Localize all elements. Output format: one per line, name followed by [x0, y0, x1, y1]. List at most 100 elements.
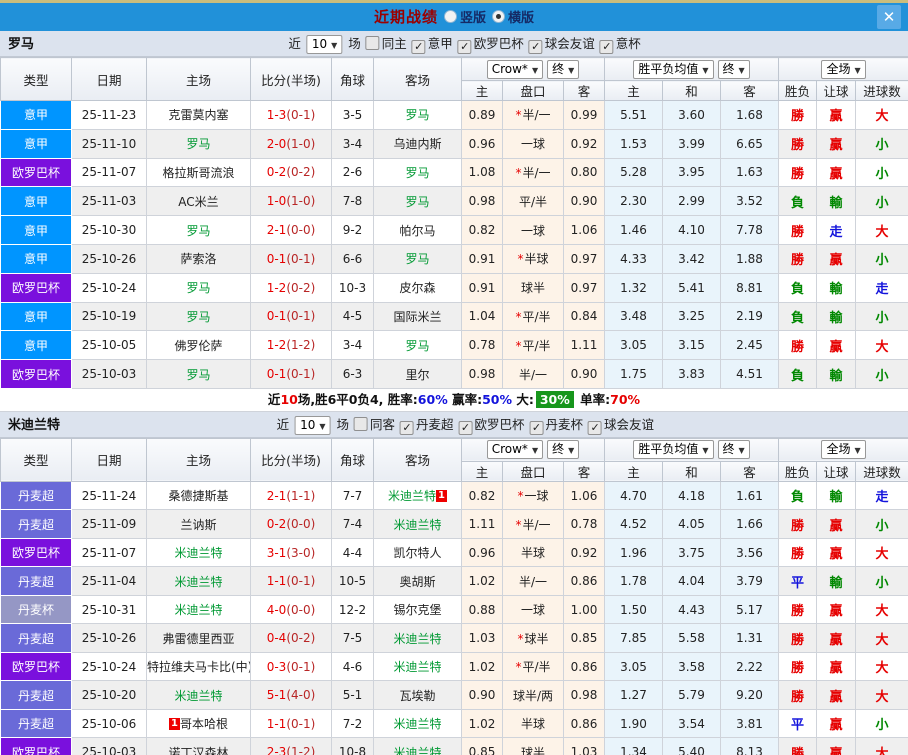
result-handicap: 贏 — [817, 595, 856, 624]
avg-stage-select[interactable]: 终▼ — [718, 440, 750, 459]
scope-select-value: 全场 — [826, 62, 850, 76]
avg-draw-odds: 4.05 — [663, 510, 721, 539]
handicap-text: 平/半 — [522, 310, 550, 324]
home-team-name: 格拉斯哥流浪 — [162, 166, 234, 180]
avg-away-odds: 5.17 — [721, 595, 779, 624]
col-header-主场: 主场 — [147, 438, 251, 481]
result-handicap: 贏 — [817, 681, 856, 710]
corner-count: 3-4 — [332, 331, 374, 360]
match-row: 欧罗巴杯25-10-03罗马0-1(0-1)6-3里尔0.98半/一0.901.… — [1, 360, 908, 389]
checkbox-丹麦杯[interactable]: ✓ — [530, 421, 544, 435]
fulltime-score: 0-1 — [267, 309, 287, 323]
home-team: 米迪兰特 — [147, 681, 251, 710]
avg-draw-odds: 3.95 — [663, 158, 721, 187]
checkbox-欧罗巴杯[interactable]: ✓ — [458, 40, 472, 54]
score: 1-0(1-0) — [251, 187, 332, 216]
handicap-line: *平/半 — [503, 652, 564, 681]
match-count-select[interactable]: 10▼ — [307, 35, 342, 54]
star-icon: * — [515, 660, 521, 674]
odds-stage-select[interactable]: 终▼ — [547, 440, 579, 459]
result-goals: 大 — [856, 595, 908, 624]
match-date: 25-10-24 — [72, 652, 147, 681]
sub-header-客: 客 — [721, 81, 779, 101]
away-team: 国际米兰 — [374, 302, 462, 331]
checkbox-label-欧罗巴杯: 欧罗巴杯 — [475, 417, 525, 432]
handicap-line: 半球 — [503, 538, 564, 567]
checkbox-球会友谊[interactable]: ✓ — [529, 40, 543, 54]
score: 1-1(0-1) — [251, 709, 332, 738]
radio-icon — [444, 10, 457, 23]
home-team-name: AC米兰 — [178, 195, 218, 209]
match-row: 丹麦超25-11-04米迪兰特1-1(0-1)10-5奥胡斯1.02半/一0.8… — [1, 567, 908, 596]
home-team-name: 桑德捷斯基 — [168, 489, 228, 503]
match-row: 丹麦超25-11-09兰讷斯0-2(0-0)7-4米迪兰特1.11*半/一0.7… — [1, 510, 908, 539]
layout-radio-vertical[interactable]: 竖版 — [444, 7, 486, 26]
league-badge: 欧罗巴杯 — [1, 738, 72, 755]
avg-odds-select[interactable]: 胜平负均值▼ — [633, 440, 713, 459]
avg-odds-select[interactable]: 胜平负均值▼ — [633, 60, 713, 79]
summary-segment: 场,胜6平0负4, 胜率: — [298, 392, 418, 407]
handicap-text: 球半/两 — [513, 689, 553, 703]
result-wdl: 負 — [779, 360, 817, 389]
stats-summary: 近10场,胜6平0负4, 胜率:60% 赢率:50% 大:30% 单率:70% — [0, 389, 908, 412]
checkbox-同客[interactable] — [354, 417, 368, 431]
odds-away: 0.86 — [564, 652, 605, 681]
avg-stage-select-value: 终 — [723, 442, 735, 456]
corner-count: 12-2 — [332, 595, 374, 624]
league-badge: 意甲 — [1, 331, 72, 360]
avg-away-odds: 8.81 — [721, 273, 779, 302]
avg-home-odds: 3.48 — [605, 302, 663, 331]
result-wdl: 平 — [779, 567, 817, 596]
result-goals: 小 — [856, 129, 908, 158]
result-handicap: 贏 — [817, 709, 856, 738]
avg-away-odds: 2.19 — [721, 302, 779, 331]
star-icon: * — [515, 166, 521, 180]
bookmaker-select[interactable]: Crow*▼ — [487, 60, 543, 79]
odds-select-group: Crow*▼终▼ — [462, 58, 605, 81]
avg-draw-odds: 5.58 — [663, 624, 721, 653]
match-date: 25-10-05 — [72, 331, 147, 360]
home-team: 米迪兰特 — [147, 595, 251, 624]
league-badge: 意甲 — [1, 187, 72, 216]
match-row: 丹麦超25-10-061哥本哈根1-1(0-1)7-2米迪兰特1.02半球0.8… — [1, 709, 908, 738]
avg-select-group: 胜平负均值▼ 终▼ — [605, 438, 779, 461]
checkbox-意杯[interactable]: ✓ — [600, 40, 614, 54]
checkbox-同主[interactable] — [366, 36, 380, 50]
avg-stage-select[interactable]: 终▼ — [718, 60, 750, 79]
result-wdl: 勝 — [779, 510, 817, 539]
avg-draw-odds: 3.58 — [663, 652, 721, 681]
checkbox-意甲[interactable]: ✓ — [412, 40, 426, 54]
handicap-text: 平/半 — [519, 195, 547, 209]
home-team: 诺丁汉森林 — [147, 738, 251, 755]
sub-header-客: 客 — [564, 461, 605, 481]
away-team: 罗马 — [374, 101, 462, 130]
close-icon[interactable]: ✕ — [877, 5, 901, 29]
col-header-角球: 角球 — [332, 58, 374, 101]
result-handicap: 贏 — [817, 510, 856, 539]
checkbox-label-意甲: 意甲 — [428, 36, 453, 51]
bookmaker-select[interactable]: Crow*▼ — [487, 440, 543, 459]
match-count-select[interactable]: 10▼ — [295, 416, 330, 435]
odds-home: 0.88 — [462, 595, 503, 624]
checkbox-丹麦超[interactable]: ✓ — [400, 421, 414, 435]
avg-away-odds: 3.52 — [721, 187, 779, 216]
match-row: 意甲25-10-26萨索洛0-1(0-1)6-6罗马0.91*半球0.974.3… — [1, 244, 908, 273]
avg-home-odds: 5.28 — [605, 158, 663, 187]
chevron-down-icon: ▼ — [331, 41, 337, 50]
scope-select[interactable]: 全场▼ — [821, 440, 865, 459]
odds-away: 1.03 — [564, 738, 605, 755]
result-goals: 大 — [856, 624, 908, 653]
radio-dot-icon — [496, 14, 501, 19]
avg-draw-odds: 3.54 — [663, 709, 721, 738]
col-header-客场: 客场 — [374, 438, 462, 481]
avg-home-odds: 1.53 — [605, 129, 663, 158]
odds-stage-select[interactable]: 终▼ — [547, 60, 579, 79]
checkbox-球会友谊[interactable]: ✓ — [588, 421, 602, 435]
home-team-name: 米迪兰特 — [174, 603, 222, 617]
score: 0-1(0-1) — [251, 244, 332, 273]
checkbox-欧罗巴杯[interactable]: ✓ — [459, 421, 473, 435]
odds-home: 0.82 — [462, 481, 503, 510]
sub-header-主: 主 — [605, 81, 663, 101]
scope-select[interactable]: 全场▼ — [821, 60, 865, 79]
layout-radio-horizontal[interactable]: 横版 — [492, 7, 534, 26]
